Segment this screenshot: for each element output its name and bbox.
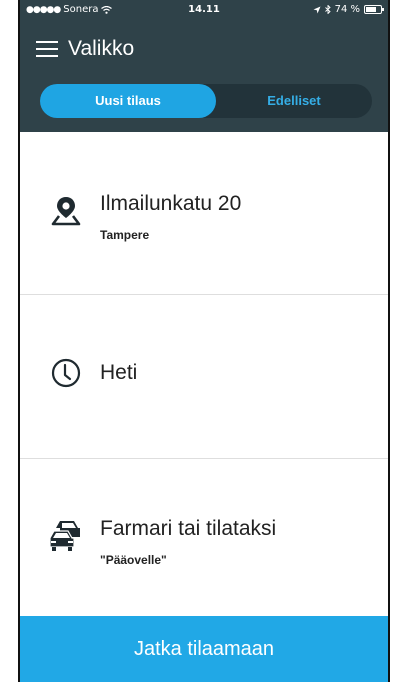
pickup-location-row[interactable]: Ilmailunkatu 20 Tampere [20, 132, 388, 295]
battery-icon [364, 5, 384, 14]
cars-icon [49, 521, 80, 551]
location-arrow-icon [313, 6, 321, 13]
time-value: Heti [100, 361, 138, 384]
location-pin-icon [51, 197, 81, 226]
location-address: Ilmailunkatu 20 [100, 192, 242, 215]
app-header: ●●●●● Sonera 14.11 74 % Valikko Uusi til… [20, 0, 388, 132]
battery-percent: 74 % [334, 4, 360, 15]
tab-new-order[interactable]: Uusi tilaus [40, 84, 216, 118]
nav-row: Valikko [20, 30, 388, 70]
vehicle-type: Farmari tai tilataksi [100, 517, 277, 540]
hamburger-menu-icon[interactable] [36, 41, 58, 59]
status-right: 74 % [313, 4, 384, 15]
order-tabs: Uusi tilaus Edelliset [40, 84, 372, 118]
location-city: Tampere [100, 228, 150, 242]
tab-previous-orders[interactable]: Edelliset [216, 84, 372, 118]
clock-icon [51, 358, 81, 388]
status-bar: ●●●●● Sonera 14.11 74 % [20, 0, 388, 20]
vehicle-type-row[interactable]: Farmari tai tilataksi "Pääovelle" [20, 459, 388, 616]
menu-title[interactable]: Valikko [68, 37, 134, 61]
bluetooth-icon [324, 5, 331, 14]
vehicle-note: "Pääovelle" [100, 553, 167, 567]
pickup-time-row[interactable]: Heti [20, 295, 388, 459]
phone-screen: ●●●●● Sonera 14.11 74 % Valikko Uusi til… [18, 0, 390, 682]
continue-order-button[interactable]: Jatka tilaamaan [20, 616, 388, 682]
